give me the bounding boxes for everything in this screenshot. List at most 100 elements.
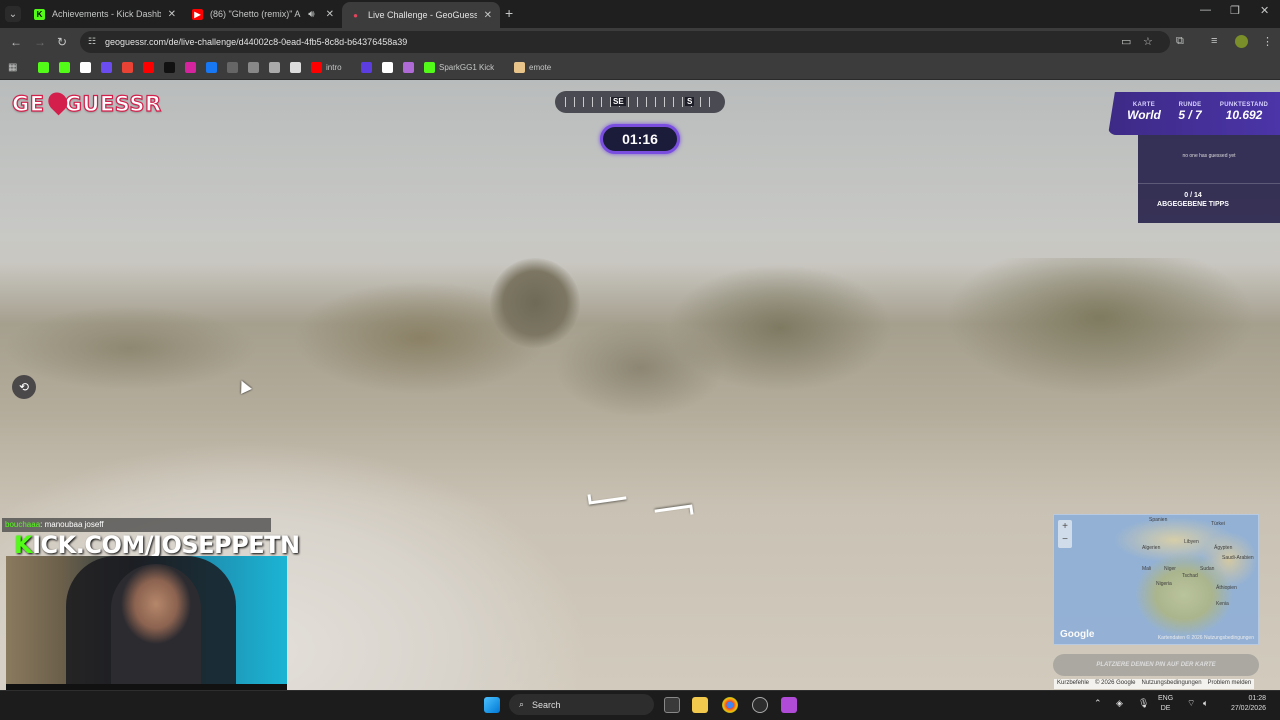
d-icon [59,61,70,73]
tab-youtube[interactable]: ▶ (86) "Ghetto (remix)" Akon 🔊︎ ✕ [184,2,342,26]
close-icon[interactable]: ✕ [168,9,176,20]
instagram-icon [185,61,196,73]
tab-geoguessr[interactable]: ● Live Challenge - GeoGuessr ✕ [342,2,500,28]
clock-time: 01:28 [1248,695,1266,702]
tray-chevron-icon[interactable]: ⌃ [1094,698,1102,708]
app-icon[interactable] [781,697,797,713]
clock[interactable]: 01:28 27/02/2026 [1216,694,1266,714]
tab-title: (86) "Ghetto (remix)" Akon [210,9,301,19]
youtube-icon: ▶ [192,8,203,20]
webcam-feed [6,556,287,690]
extensions-icon[interactable]: ⧉ [1176,35,1184,48]
tab-search-icon[interactable]: ⌄ [5,6,21,22]
bookmark-tiktok-icon[interactable] [164,61,175,73]
forward-icon[interactable]: → [34,35,46,49]
map-label: Türkei [1211,521,1225,527]
windows-start-icon[interactable] [484,697,500,713]
zoom-control[interactable]: + − [1058,520,1072,548]
guess-count-label: ABGEGEBENE TIPPS [1157,201,1229,208]
mic-icon[interactable]: 🎙︎ [1138,698,1149,708]
tiktok-icon [164,61,175,73]
bookmark-emote[interactable]: emote [514,61,551,73]
bookmark-p-icon[interactable] [382,61,393,73]
new-tab-button[interactable]: + [505,5,513,21]
media-icon[interactable]: ≡ [1211,35,1217,47]
close-icon[interactable]: ✕ [484,10,492,21]
bookmark-doc-icon[interactable] [290,61,301,73]
geoguessr-logo[interactable]: GE GUESSR [11,88,162,117]
bookmark-star-icon[interactable]: ☆ [1143,35,1153,48]
map-label: Saudi-Arabien [1222,555,1254,561]
clock-date: 27/02/2026 [1230,705,1266,712]
bookmark-dots-icon[interactable] [227,61,238,73]
map-label: Mali [1142,566,1152,572]
obs-icon[interactable] [752,697,768,713]
back-icon[interactable]: ← [10,35,22,49]
compass: SE S [555,91,725,113]
bookmark-v-icon[interactable] [361,61,372,73]
camera-icon [269,61,280,73]
compass-label-s: S [685,97,695,106]
site-info-icon[interactable]: ☷ [88,36,96,47]
facebook-icon [206,61,217,73]
file-explorer-icon[interactable] [692,697,708,713]
tab-kick-dashboard[interactable]: K Achievements - Kick Dashboard ✕ [26,2,184,26]
bookmark-u-icon[interactable] [101,61,112,73]
guess-count: 0 / 14 [1184,192,1202,199]
map-label: Ägypten [1214,545,1233,551]
minimize-icon[interactable]: — [1200,4,1211,16]
geoguessr-icon: ● [353,10,358,20]
restore-icon[interactable]: ❐ [1230,4,1240,17]
profile-avatar[interactable] [1235,35,1248,48]
language-indicator[interactable]: ENG DE [1158,694,1173,714]
search-label: Search [532,699,561,710]
task-view-icon[interactable] [664,697,680,713]
cast-icon[interactable]: ▭ [1121,35,1131,48]
bookmark-camera-icon[interactable] [269,61,280,73]
close-icon[interactable]: ✕ [326,9,334,20]
taskbar-search[interactable]: ⌕ Search [509,694,654,715]
emote-icon [514,61,525,73]
return-to-start-icon[interactable]: ⟲ [12,375,36,399]
speaker-icon[interactable]: 🔊︎ [308,9,314,20]
bookmark-phone-icon[interactable] [403,61,414,73]
bookmark-gmail-icon[interactable] [122,61,133,73]
apps-icon[interactable]: ▦ [8,61,17,73]
chrome-icon[interactable] [722,697,738,713]
volume-icon[interactable]: 🔈︎ [1203,698,1208,708]
wrench-icon [248,61,259,73]
no-guesses-text: no one has guessed yet [1182,153,1236,159]
bookmark-facebook-icon[interactable] [206,61,217,73]
guess-minimap[interactable]: + − Spanien Türkei Algerien Ägypten Libye… [1053,514,1259,645]
bookmark-intro[interactable]: intro [311,61,342,73]
close-window-icon[interactable]: ✕ [1260,4,1269,17]
lang-bottom: DE [1160,705,1171,712]
bookmark-wrench-icon[interactable] [248,61,259,73]
map-attribution: Kartendaten © 2026 Nutzungsbedingungen [1157,635,1254,641]
bookmark-youtube-icon[interactable] [143,61,154,73]
map-label: Äthiopien [1216,585,1237,591]
bookmark-instagram-icon[interactable] [185,61,196,73]
chat-text: : manoubaa joseff [40,520,104,529]
dots-icon [227,61,238,73]
bookmark-d-icon[interactable] [59,61,70,73]
doc-icon [290,61,301,73]
chat-message: bouchaaa: manoubaa joseff [2,518,271,532]
report-problem-link[interactable]: Problem melden [1208,680,1252,688]
spark-icon [424,61,435,73]
wifi-icon[interactable]: ⌔ [1187,698,1195,708]
copyright-text: © 2026 Google [1095,680,1136,686]
network-tray-icon[interactable]: ◈ [1116,698,1123,708]
map-value: World [1127,108,1161,122]
bookmark-diamond-icon[interactable] [80,61,91,73]
map-label: Spanien [1149,517,1168,523]
shortcuts-link[interactable]: Kurzbefehle [1057,680,1089,688]
round-value: 5 / 7 [1178,108,1202,122]
bookmark-sparkgg1-kick[interactable]: SparkGG1 Kick [424,61,494,73]
reload-icon[interactable]: ↻ [57,35,67,49]
terms-link[interactable]: Nutzungsbedingungen [1141,680,1201,688]
bookmark-kick-icon[interactable] [38,61,49,73]
menu-icon[interactable]: ⋮ [1262,35,1273,48]
map-label: Tschad [1182,573,1198,579]
place-pin-button[interactable]: PLATZIERE DEINEN PIN AUF DER KARTE [1053,654,1259,676]
